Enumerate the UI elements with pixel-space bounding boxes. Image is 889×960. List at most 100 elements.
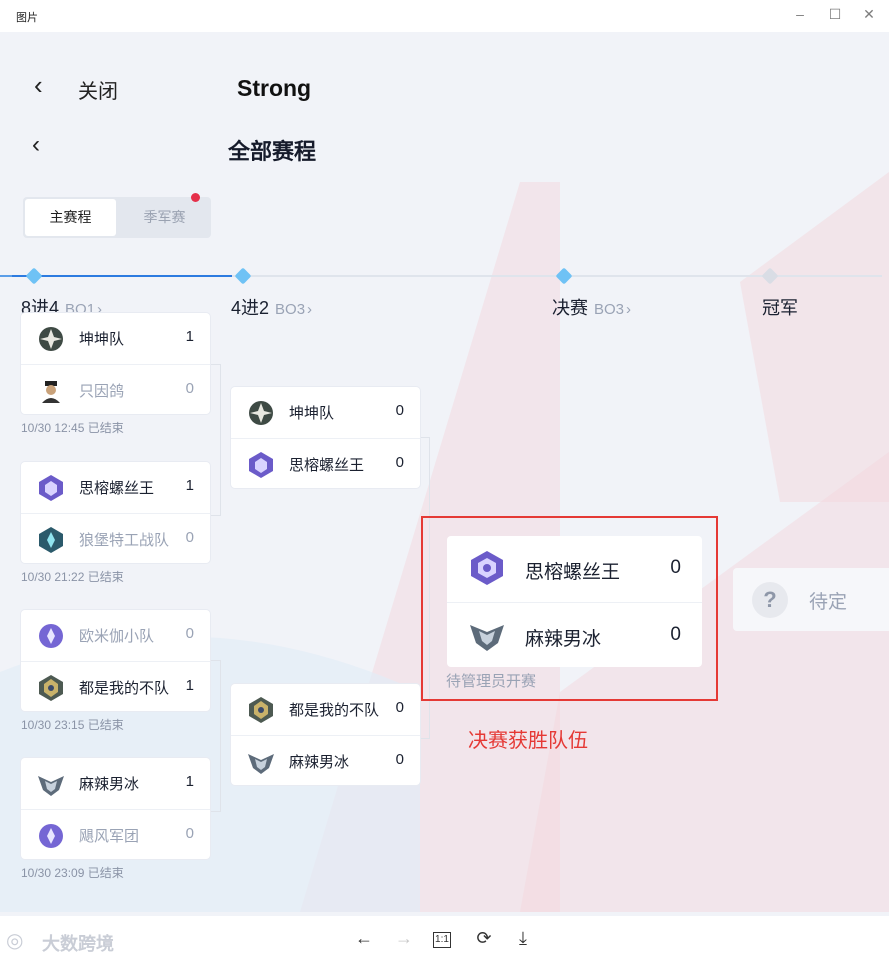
maximize-icon[interactable]: ☐ — [825, 4, 845, 24]
bracket-connector — [210, 364, 221, 516]
team-name: 思榕螺丝王 — [79, 480, 155, 497]
team-name: 都是我的不队 — [289, 702, 380, 719]
team-name: 麻辣男冰 — [525, 629, 602, 650]
team-row: 坤坤队 0 — [231, 387, 420, 437]
team-row: 麻辣男冰 0 — [231, 735, 420, 786]
champion-card: ? 待定 — [733, 568, 889, 631]
stage-name: 冠军 — [762, 298, 798, 318]
timeline-segment — [0, 275, 12, 277]
annotation-text: 决赛获胜队伍 — [468, 730, 588, 752]
match-card[interactable]: 坤坤队 1 只因鸽 0 — [21, 313, 210, 414]
window-title-bar: 图片 – ☐ ✕ — [0, 0, 889, 32]
team-name: 麻辣男冰 — [289, 754, 350, 771]
team-badge-gold-icon — [37, 674, 65, 702]
team-score: 0 — [185, 825, 194, 842]
team-name: 思榕螺丝王 — [525, 562, 621, 583]
team-score: 0 — [185, 380, 194, 397]
team-badge-gold-icon — [247, 696, 275, 724]
team-badge-purple-icon — [37, 474, 65, 502]
team-row: 都是我的不队 1 — [21, 661, 210, 712]
stage-champion: 冠军 — [762, 294, 798, 320]
chevron-right-icon: › — [307, 301, 313, 318]
match-meta: 10/30 12:45 已结束 — [21, 421, 124, 435]
notification-dot — [191, 193, 200, 202]
stage-semifinal[interactable]: 4进2 BO3 › — [231, 294, 312, 320]
team-name: 狼堡特工战队 — [79, 532, 170, 549]
team-row: 都是我的不队 0 — [231, 684, 420, 734]
team-badge-violet-icon — [37, 822, 65, 850]
schedule-tabs: 主赛程 季军赛 — [23, 193, 211, 238]
previous-arrow-icon[interactable]: ← — [352, 926, 376, 950]
match-card[interactable]: 欧米伽小队 0 都是我的不队 1 — [21, 610, 210, 711]
watermark-logo-icon: ◎ — [6, 930, 24, 952]
app-title: Strong — [237, 75, 312, 101]
viewer-toolbar: ← → 1:1 ⟳ ⤓ — [0, 916, 889, 960]
team-badge-violet-icon — [37, 622, 65, 650]
team-badge-wings-icon — [247, 748, 275, 776]
team-score: 1 — [185, 773, 194, 790]
stage-format: BO3 — [275, 301, 306, 318]
team-score: 0 — [395, 454, 404, 471]
match-card[interactable]: 麻辣男冰 1 飓风军团 0 — [21, 758, 210, 859]
team-badge-purple-icon — [247, 451, 275, 479]
team-name: 欧米伽小队 — [79, 628, 155, 645]
download-icon[interactable]: ⤓ — [511, 926, 535, 950]
stage-format: BO3 — [594, 301, 625, 318]
team-row: 坤坤队 1 — [21, 313, 210, 363]
team-name: 麻辣男冰 — [79, 776, 140, 793]
match-card[interactable]: 坤坤队 0 思榕螺丝王 0 — [231, 387, 420, 488]
minimize-icon[interactable]: – — [790, 4, 810, 24]
page-back-icon[interactable]: ‹ — [32, 133, 40, 157]
team-name: 只因鸽 — [79, 383, 125, 400]
team-name: 坤坤队 — [79, 331, 125, 348]
champion-label: 待定 — [809, 592, 848, 613]
tab-third-place[interactable]: 季军赛 — [118, 199, 211, 236]
team-name: 思榕螺丝王 — [289, 457, 365, 474]
final-status: 待管理员开赛 — [446, 673, 537, 690]
team-name: 坤坤队 — [289, 405, 335, 422]
team-badge-star-icon — [37, 325, 65, 353]
team-row: 麻辣男冰 1 — [21, 758, 210, 808]
team-name: 飓风军团 — [79, 828, 140, 845]
team-score: 1 — [185, 328, 194, 345]
team-score: 1 — [185, 677, 194, 694]
next-arrow-icon[interactable]: → — [392, 926, 416, 950]
team-row: 麻辣男冰 0 — [447, 602, 702, 668]
team-score: 0 — [395, 402, 404, 419]
stage-name: 4进2 — [231, 298, 270, 318]
team-score: 0 — [395, 699, 404, 716]
team-badge-wings-icon — [37, 770, 65, 798]
close-button[interactable]: 关闭 — [78, 75, 118, 104]
team-score: 1 — [185, 477, 194, 494]
team-badge-wings-icon — [469, 617, 505, 653]
timeline-segment-active — [12, 275, 232, 277]
stage-name: 决赛 — [552, 298, 588, 318]
stage-final[interactable]: 决赛 BO3 › — [552, 294, 631, 320]
team-score: 0 — [185, 625, 194, 642]
chevron-right-icon: › — [626, 301, 632, 318]
team-name: 都是我的不队 — [79, 680, 170, 697]
question-mark-icon: ? — [752, 582, 788, 618]
team-row: 欧米伽小队 0 — [21, 610, 210, 660]
match-card[interactable]: 思榕螺丝王 1 狼堡特工战队 0 — [21, 462, 210, 563]
team-score: 0 — [670, 557, 681, 578]
team-score: 0 — [395, 751, 404, 768]
page-title: 全部赛程 — [228, 139, 317, 164]
back-icon[interactable]: ‹ — [34, 72, 43, 98]
tab-main-schedule[interactable]: 主赛程 — [25, 199, 116, 236]
team-row: 飓风军团 0 — [21, 809, 210, 860]
actual-size-button[interactable]: 1:1 — [433, 932, 451, 948]
app-content: ‹ 关闭 Strong ‹ 全部赛程 主赛程 季军赛 8进4 BO1 › 4进2 BO… — [0, 32, 889, 916]
team-score: 0 — [670, 624, 681, 645]
close-window-icon[interactable]: ✕ — [859, 4, 879, 24]
team-badge-teal-icon — [37, 526, 65, 554]
match-card[interactable]: 都是我的不队 0 麻辣男冰 0 — [231, 684, 420, 785]
rotate-icon[interactable]: ⟳ — [472, 926, 496, 950]
final-match-card[interactable]: 思榕螺丝王 0 麻辣男冰 0 — [447, 536, 702, 667]
match-meta: 10/30 21:22 已结束 — [21, 570, 124, 584]
window-title: 图片 — [16, 12, 38, 24]
team-row: 只因鸽 0 — [21, 364, 210, 415]
team-badge-star-icon — [247, 399, 275, 427]
match-meta: 10/30 23:15 已结束 — [21, 718, 124, 732]
team-score: 0 — [185, 529, 194, 546]
